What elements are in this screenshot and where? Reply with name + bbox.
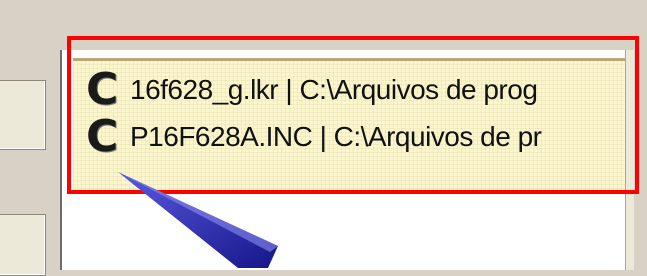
left-panel-button-bottom[interactable] bbox=[0, 214, 46, 276]
pointer-arrow-icon bbox=[118, 172, 278, 268]
left-panel-button-top[interactable] bbox=[0, 80, 46, 150]
